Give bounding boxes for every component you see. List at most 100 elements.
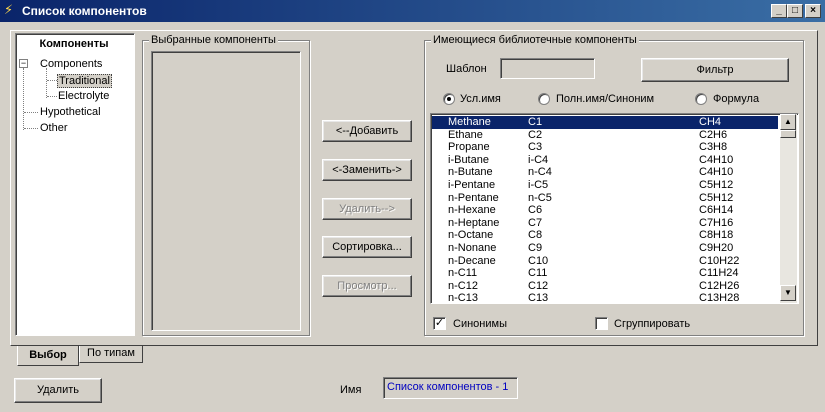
delete-button[interactable]: Удалить xyxy=(14,378,102,403)
tree-line xyxy=(24,128,38,129)
list-scrollbar[interactable]: ▲ ▼ xyxy=(780,114,797,303)
tree-line xyxy=(47,80,57,81)
library-row[interactable]: Propane C3 C3H8 xyxy=(432,141,778,154)
library-row[interactable]: n-Heptane C7 C7H16 xyxy=(432,217,778,230)
tree-line xyxy=(47,96,57,97)
library-row[interactable]: n-C12 C12 C12H26 xyxy=(432,280,778,293)
radio-formula[interactable] xyxy=(695,93,707,105)
row-full-name: C11 xyxy=(528,267,548,280)
radio-dot-icon xyxy=(447,97,451,101)
filter-button[interactable]: Фильтр xyxy=(641,58,789,82)
library-rows: Methane C1 CH4 Ethane C2 C2H6 Propane C3 C3H8 i-B… xyxy=(432,116,780,302)
template-input[interactable] xyxy=(500,58,595,79)
row-short-name: n-C13 xyxy=(448,292,478,302)
tree-line xyxy=(24,112,38,113)
template-label: Шаблон xyxy=(446,63,487,75)
row-full-name: C1 xyxy=(528,116,543,128)
group-label: Сгруппировать xyxy=(614,318,691,330)
row-formula: C3H8 xyxy=(699,141,728,154)
window-title: Список компонентов xyxy=(22,4,147,18)
row-short-name: n-Nonane xyxy=(448,242,497,254)
row-short-name: Propane xyxy=(448,141,490,154)
scroll-down-icon[interactable]: ▼ xyxy=(780,285,796,301)
row-short-name: n-C11 xyxy=(448,267,478,280)
library-row[interactable]: Ethane C2 C2H6 xyxy=(432,129,778,142)
library-row[interactable]: n-Pentane n-C5 C5H12 xyxy=(432,192,778,205)
row-full-name: C3 xyxy=(528,141,543,154)
row-formula: C12H26 xyxy=(699,279,740,292)
tab-selection[interactable]: Выбор xyxy=(17,346,79,366)
minimize-button[interactable]: _ xyxy=(771,4,787,18)
row-formula: C6H14 xyxy=(699,204,734,217)
tree-line xyxy=(46,68,47,98)
tree-item-hypothetical[interactable]: Hypothetical xyxy=(40,106,101,118)
row-short-name: n-Decane xyxy=(448,254,496,267)
library-row[interactable]: n-Nonane C9 C9H20 xyxy=(432,242,778,255)
radio-full-name-label: Полн.имя/Синоним xyxy=(556,93,655,105)
group-checkbox[interactable] xyxy=(595,317,608,330)
preview-button[interactable]: Просмотр... xyxy=(322,275,412,297)
row-formula: C10H22 xyxy=(699,254,740,267)
name-label: Имя xyxy=(340,384,362,396)
library-row[interactable]: n-Hexane C6 C6H14 xyxy=(432,204,778,217)
library-components-group: Имеющиеся библиотечные компоненты Шаблон… xyxy=(424,34,804,336)
replace-button[interactable]: <-Заменить-> xyxy=(322,159,412,181)
library-row[interactable]: n-Octane C8 C8H18 xyxy=(432,229,778,242)
title-bar[interactable]: ⚡ Список компонентов _ □ × xyxy=(0,0,825,22)
radio-short-name-label: Усл.имя xyxy=(460,93,501,105)
add-button[interactable]: <--Добавить xyxy=(322,120,412,142)
tree-item-traditional[interactable]: Traditional xyxy=(57,74,112,88)
row-short-name: n-Heptane xyxy=(448,216,500,229)
scroll-thumb[interactable] xyxy=(780,130,796,138)
tree-item-electrolyte[interactable]: Electrolyte xyxy=(58,90,109,102)
row-short-name: Methane xyxy=(448,116,491,128)
row-formula: CH4 xyxy=(699,116,722,128)
row-formula: C5H12 xyxy=(699,179,734,191)
scroll-up-icon[interactable]: ▲ xyxy=(780,114,796,130)
library-row[interactable]: Methane C1 CH4 xyxy=(432,116,778,129)
library-components-title: Имеющиеся библиотечные компоненты xyxy=(431,34,639,46)
sort-button[interactable]: Сортировка... xyxy=(322,236,412,258)
library-row[interactable]: n-C11 C11 C11H24 xyxy=(432,267,778,280)
synonyms-checkbox[interactable]: ✓ xyxy=(433,317,446,330)
tab-by-type[interactable]: По типам xyxy=(79,346,143,363)
radio-formula-label: Формула xyxy=(713,93,760,105)
row-short-name: i-Pentane xyxy=(448,179,496,191)
radio-full-name[interactable] xyxy=(538,93,550,105)
row-formula: C9H20 xyxy=(699,242,734,254)
row-formula: C7H16 xyxy=(699,216,734,229)
tree-expander-icon[interactable]: − xyxy=(19,59,28,68)
component-tree[interactable]: Компоненты − Components Traditional Elec… xyxy=(15,33,135,336)
radio-short-name[interactable] xyxy=(443,93,455,105)
row-full-name: n-C4 xyxy=(528,166,552,179)
synonyms-label: Синонимы xyxy=(453,318,507,330)
row-full-name: C13 xyxy=(528,292,549,302)
library-row[interactable]: i-Pentane i-C5 C5H12 xyxy=(432,179,778,192)
selected-components-group: Выбранные компоненты xyxy=(142,34,310,336)
row-full-name: C2 xyxy=(528,128,543,141)
row-formula: C11H24 xyxy=(699,267,739,280)
row-short-name: Ethane xyxy=(448,128,483,141)
maximize-button[interactable]: □ xyxy=(787,4,803,18)
row-short-name: n-C12 xyxy=(448,279,478,292)
row-full-name: C9 xyxy=(528,242,543,254)
library-row[interactable]: n-C13 C13 C13H28 xyxy=(432,292,778,302)
tree-item-other[interactable]: Other xyxy=(40,122,68,134)
row-short-name: n-Pentane xyxy=(448,191,499,204)
remove-button[interactable]: Удалить--> xyxy=(322,198,412,220)
library-row[interactable]: i-Butane i-C4 C4H10 xyxy=(432,154,778,167)
row-short-name: n-Butane xyxy=(448,166,493,179)
name-field[interactable]: Список компонентов - 1 xyxy=(383,377,518,399)
row-full-name: C10 xyxy=(528,254,549,267)
library-list[interactable]: Methane C1 CH4 Ethane C2 C2H6 Propane C3 C3H8 i-B… xyxy=(430,113,799,304)
row-formula: C13H28 xyxy=(699,292,740,302)
selected-components-title: Выбранные компоненты xyxy=(149,34,278,46)
row-full-name: i-C4 xyxy=(528,153,549,166)
library-row[interactable]: n-Butane n-C4 C4H10 xyxy=(432,166,778,179)
row-full-name: C8 xyxy=(528,229,543,242)
row-short-name: n-Octane xyxy=(448,229,494,242)
selected-components-list[interactable] xyxy=(151,51,301,331)
tree-item-components[interactable]: Components xyxy=(40,58,102,70)
library-row[interactable]: n-Decane C10 C10H22 xyxy=(432,255,778,268)
close-button[interactable]: × xyxy=(805,4,821,18)
